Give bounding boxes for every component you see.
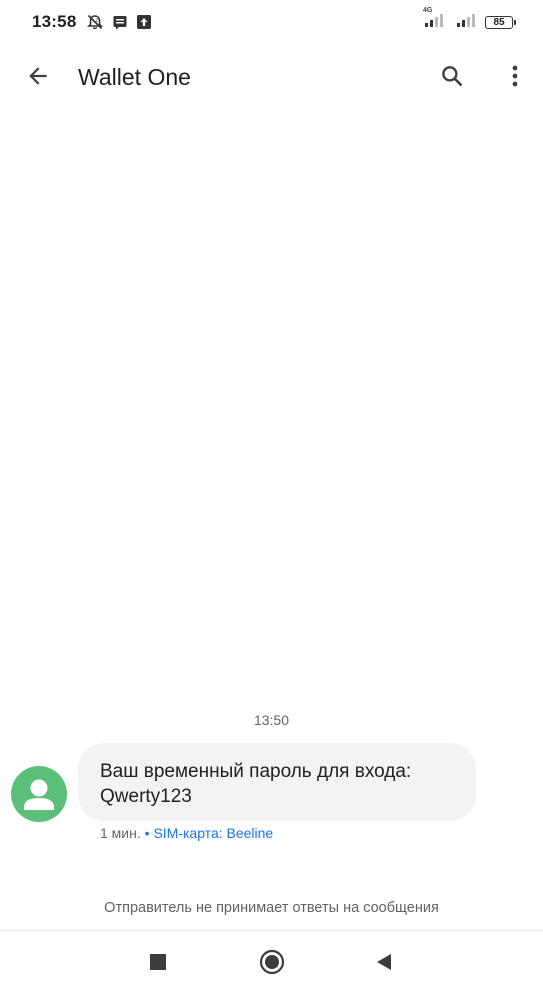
system-nav-bar: [0, 930, 543, 996]
status-bar: 13:58 z 4G 85: [0, 0, 543, 46]
network-type-label: 4G: [423, 7, 433, 14]
conversation-title: Wallet One: [78, 64, 191, 90]
recents-square-icon[interactable]: [150, 954, 166, 970]
sender-avatar[interactable]: [11, 766, 67, 822]
upload-icon: [136, 14, 152, 35]
message-bubble[interactable]: Ваш временный пароль для входа: Qwerty12…: [78, 743, 476, 821]
battery-indicator: 85: [485, 16, 516, 29]
status-system-icons: 4G 85: [423, 7, 516, 33]
message-meta: 1 мин. • SIM-карта: Beeline: [100, 825, 273, 841]
meta-separator: •: [144, 825, 150, 841]
status-time: 13:58: [32, 12, 77, 31]
back-button[interactable]: [22, 62, 54, 94]
more-options-button[interactable]: [503, 62, 527, 94]
back-triangle-icon[interactable]: [374, 952, 394, 972]
home-circle-icon[interactable]: [259, 949, 285, 975]
sim-label: SIM-карта: Beeline: [153, 825, 274, 841]
message-text: Ваш временный пароль для входа: Qwerty12…: [100, 761, 412, 807]
more-vert-icon: [511, 63, 519, 94]
alarm-off-icon: z: [86, 13, 104, 36]
search-button[interactable]: [436, 62, 468, 94]
person-icon: [11, 779, 67, 822]
message-timestamp: 13:50: [253, 712, 290, 728]
no-reply-notice: Отправитель не принимает ответы на сообщ…: [104, 900, 439, 916]
back-arrow-icon: [25, 63, 51, 94]
signal-icon: [455, 12, 479, 33]
search-icon: [439, 63, 465, 94]
svg-text:z: z: [96, 18, 99, 24]
signal-4g-icon: 4G: [423, 7, 449, 33]
message-notification-icon: [112, 14, 128, 35]
app-bar: Wallet One: [0, 46, 543, 110]
status-notification-icons: z: [86, 13, 152, 36]
message-age: 1 мин.: [100, 825, 141, 841]
